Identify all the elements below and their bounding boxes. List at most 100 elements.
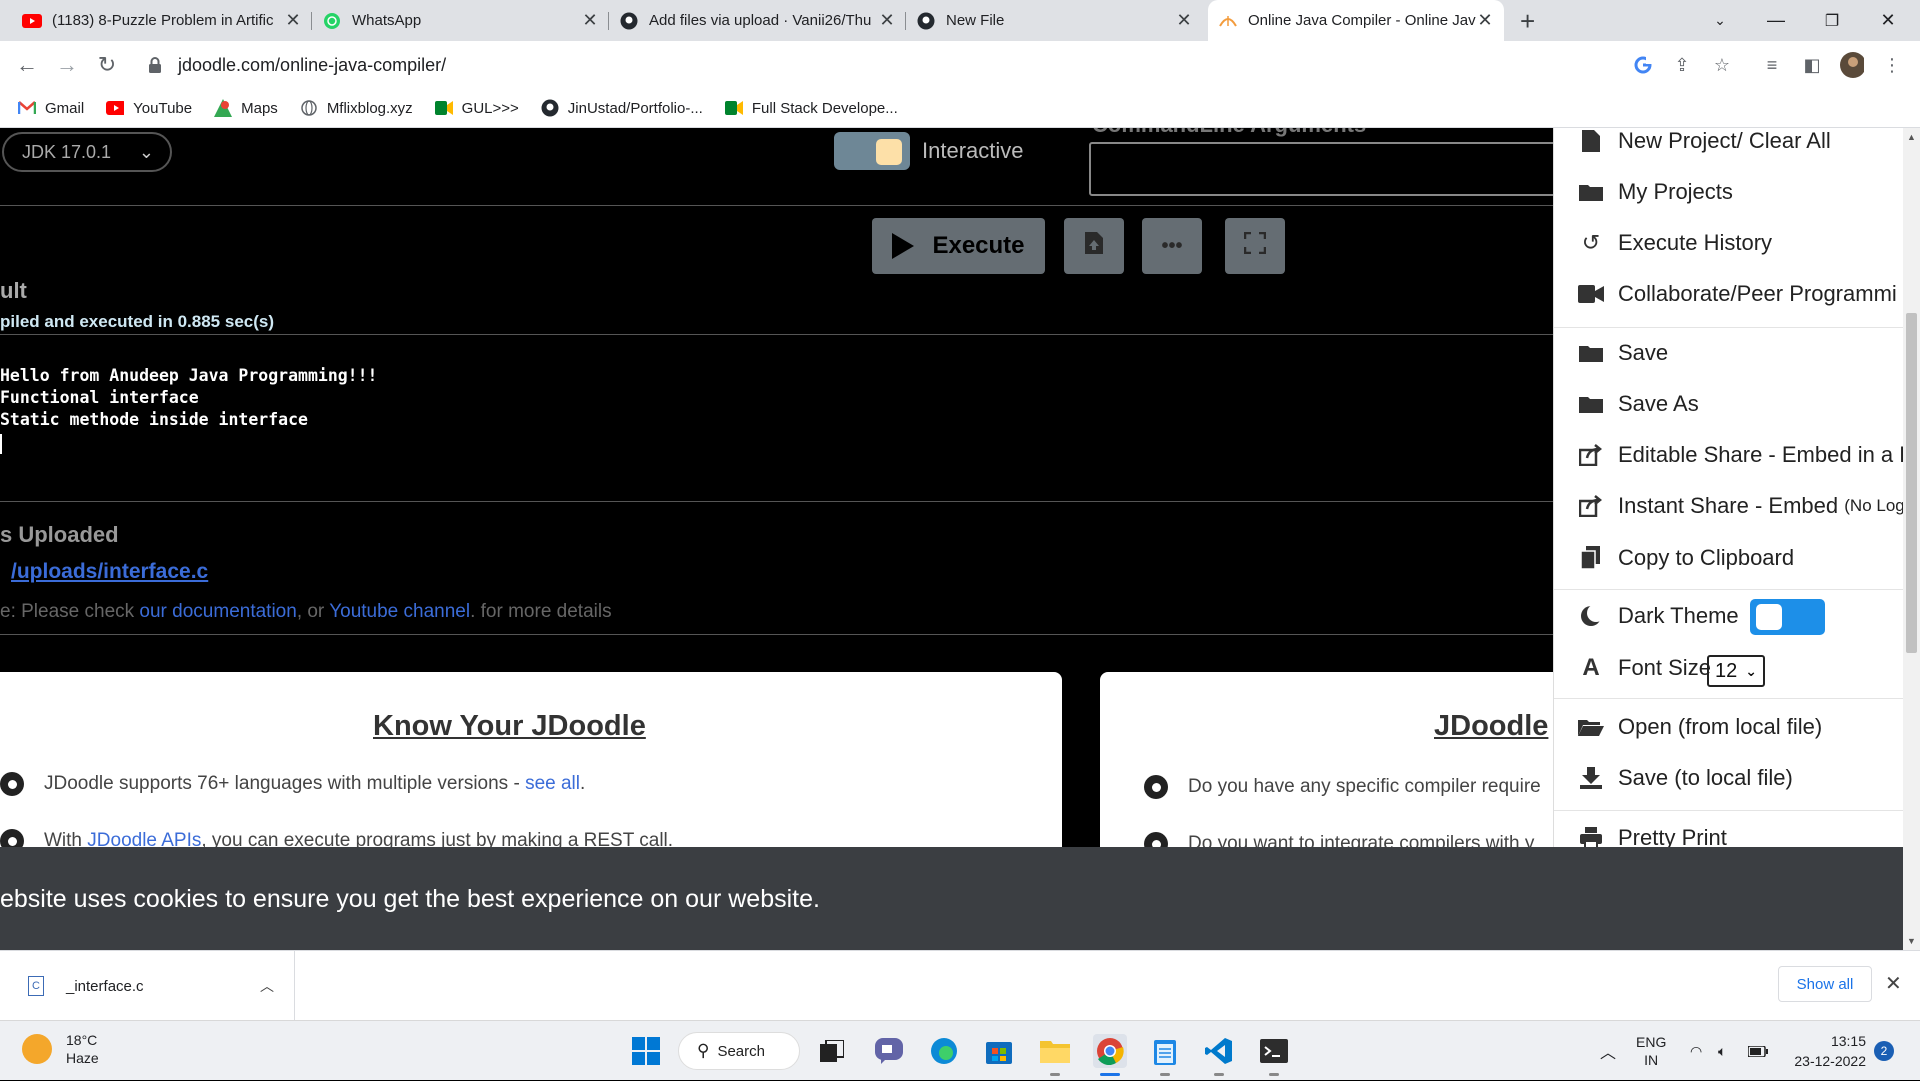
reading-list-icon[interactable]: ≡	[1760, 53, 1784, 77]
store-icon[interactable]	[982, 1034, 1016, 1068]
menu-open-local[interactable]: Open (from local file)	[1578, 714, 1822, 740]
avatar[interactable]	[1840, 52, 1864, 78]
clock[interactable]: 13:15 23-12-2022	[1786, 1031, 1866, 1071]
download-item[interactable]: C _interface.c ︿	[20, 951, 295, 1021]
args-input[interactable]	[1089, 142, 1559, 196]
kebab-menu-icon[interactable]: ⋮	[1880, 53, 1904, 77]
bookmark-gmail[interactable]: Gmail	[18, 99, 84, 117]
execute-label: Execute	[932, 232, 1025, 259]
fullscreen-button[interactable]	[1225, 218, 1285, 274]
see-all-link[interactable]: see all	[525, 773, 580, 794]
tab-youtube[interactable]: (1183) 8-Puzzle Problem in Artific ✕	[12, 0, 312, 41]
weather-widget[interactable]: 18°C Haze	[22, 1031, 99, 1067]
close-icon[interactable]: ✕	[1885, 971, 1902, 996]
close-icon[interactable]: ✕	[1476, 10, 1494, 31]
execute-button[interactable]: Execute	[872, 218, 1045, 274]
menu-collaborate[interactable]: Collaborate/Peer Programmi	[1578, 281, 1897, 307]
args-label: CommandLine Arguments	[1092, 128, 1366, 138]
reload-button[interactable]: ↻	[91, 49, 123, 81]
documentation-link[interactable]: our documentation	[139, 601, 296, 622]
chevron-up-icon[interactable]: ︿	[260, 976, 274, 996]
menu-save-as[interactable]: Save As	[1578, 391, 1699, 417]
lang-region: IN	[1644, 1052, 1659, 1068]
tab-whatsapp[interactable]: WhatsApp ✕	[312, 0, 609, 41]
output-console[interactable]: Hello from Anudeep Java Programming!!! F…	[0, 365, 378, 431]
back-button[interactable]: ←	[11, 49, 43, 81]
tab-search-icon[interactable]: ⌄	[1692, 0, 1748, 41]
scrollbar-thumb[interactable]	[1906, 313, 1917, 653]
menu-instant-share[interactable]: Instant Share - Embed (No Log	[1578, 493, 1903, 519]
tab-github-upload[interactable]: Add files via upload · Vanii26/Thu ✕	[609, 0, 906, 41]
bookmark-fullstack[interactable]: Full Stack Develope...	[724, 99, 898, 117]
new-tab-button[interactable]: +	[1520, 6, 1535, 37]
fullscreen-icon	[1243, 231, 1267, 260]
scroll-down-icon[interactable]: ▼	[1907, 936, 1916, 946]
menu-execute-history[interactable]: ↺ Execute History	[1578, 230, 1772, 256]
bookmark-mflixblog[interactable]: Mflixblog.xyz	[300, 99, 413, 117]
note-prefix: e: Please check	[0, 601, 140, 622]
scroll-up-icon[interactable]: ▲	[1907, 132, 1916, 142]
language-indicator[interactable]: ENG IN	[1636, 1021, 1666, 1081]
copy-icon	[1578, 545, 1604, 571]
jdk-version-value: JDK 17.0.1	[22, 141, 112, 162]
volume-icon[interactable]: 🔈︎	[1718, 1021, 1726, 1081]
jdk-version-select[interactable]: JDK 17.0.1 ⌄	[2, 132, 172, 172]
notification-badge[interactable]: 2	[1874, 1041, 1894, 1061]
close-icon[interactable]: ✕	[878, 10, 896, 31]
uploaded-file-link[interactable]: /uploads/interface.c	[11, 560, 208, 584]
tab-jdoodle[interactable]: Online Java Compiler - Online Jav ✕	[1208, 0, 1504, 41]
more-options-button[interactable]: •••	[1142, 218, 1202, 274]
task-view-icon[interactable]	[815, 1034, 849, 1068]
forward-button[interactable]: →	[51, 49, 83, 81]
edge-icon[interactable]	[927, 1034, 961, 1068]
notepad-icon[interactable]	[1148, 1034, 1182, 1068]
menu-pretty-print[interactable]: Pretty Print	[1578, 825, 1727, 847]
interactive-toggle[interactable]	[834, 132, 910, 170]
bookmark-maps[interactable]: Maps	[214, 99, 278, 117]
menu-label: Dark Theme	[1618, 603, 1739, 628]
menu-new-project[interactable]: New Project/ Clear All	[1578, 128, 1831, 154]
vscode-icon[interactable]	[1202, 1034, 1236, 1068]
address-bar[interactable]: jdoodle.com/online-java-compiler/	[140, 47, 1710, 83]
menu-dark-theme[interactable]: Dark Theme	[1578, 603, 1739, 629]
minimize-button[interactable]: —	[1748, 0, 1804, 41]
github-icon	[916, 11, 936, 31]
restore-button[interactable]: ❐	[1804, 0, 1860, 41]
taskbar-search[interactable]: ⚲ Search	[678, 1032, 800, 1070]
file-explorer-icon[interactable]	[1038, 1034, 1072, 1068]
bookmark-gul[interactable]: GUL>>>	[434, 99, 519, 117]
share-icon[interactable]: ⇪	[1670, 53, 1694, 77]
page-scrollbar[interactable]: ▲ ▼	[1903, 128, 1920, 950]
menu-copy-clipboard[interactable]: Copy to Clipboard	[1578, 545, 1794, 571]
upload-file-button[interactable]	[1064, 218, 1124, 274]
show-all-button[interactable]: Show all	[1778, 966, 1872, 1002]
menu-editable-share[interactable]: Editable Share - Embed in a E	[1578, 442, 1903, 468]
close-icon[interactable]: ✕	[581, 10, 599, 31]
window-close-button[interactable]: ✕	[1860, 0, 1916, 41]
windows-start-icon[interactable]	[629, 1034, 663, 1068]
font-size-select[interactable]: 12 ⌄	[1707, 655, 1765, 687]
menu-save-local[interactable]: Save (to local file)	[1578, 765, 1793, 791]
teams-chat-icon[interactable]	[872, 1034, 906, 1068]
c-file-icon: C	[28, 976, 44, 996]
tray-overflow-icon[interactable]: ︿	[1600, 1021, 1616, 1081]
google-icon[interactable]	[1631, 53, 1655, 77]
youtube-channel-link[interactable]: Youtube channel	[329, 601, 470, 622]
close-icon[interactable]: ✕	[1175, 10, 1193, 31]
bookmark-youtube[interactable]: YouTube	[106, 99, 192, 117]
folder-icon	[1578, 179, 1604, 205]
terminal-icon[interactable]	[1257, 1034, 1291, 1068]
menu-my-projects[interactable]: My Projects	[1578, 179, 1733, 205]
tab-github-newfile[interactable]: New File ✕	[906, 0, 1203, 41]
bookmark-label: Maps	[241, 99, 278, 117]
chrome-icon[interactable]	[1093, 1034, 1127, 1068]
close-icon[interactable]: ✕	[284, 10, 302, 31]
menu-save[interactable]: Save	[1578, 340, 1668, 366]
dark-theme-toggle[interactable]	[1750, 599, 1825, 635]
wifi-icon[interactable]: ◠	[1690, 1021, 1702, 1081]
bookmark-portfolio[interactable]: JinUstad/Portfolio-...	[541, 99, 703, 117]
battery-icon[interactable]	[1748, 1021, 1768, 1081]
menu-label: Execute History	[1618, 230, 1773, 255]
side-panel-icon[interactable]: ◧	[1800, 53, 1824, 77]
bookmark-star-icon[interactable]: ☆	[1710, 53, 1734, 77]
